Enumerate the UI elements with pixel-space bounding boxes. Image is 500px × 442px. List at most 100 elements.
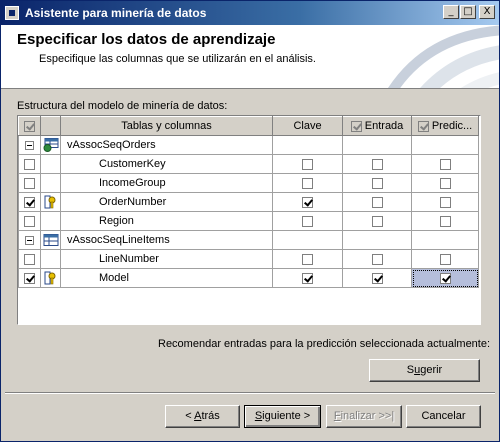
column-name: Region (60, 211, 273, 231)
collapse-toggle-icon[interactable] (25, 140, 34, 150)
row-icon-cell (40, 249, 61, 269)
input-checkbox[interactable] (371, 215, 383, 227)
select-cell[interactable] (18, 249, 41, 269)
select-checkbox[interactable] (24, 253, 35, 265)
minimize-button[interactable]: _ (443, 5, 459, 19)
select-cell[interactable] (18, 192, 41, 212)
select-all-checkbox[interactable] (24, 120, 35, 132)
select-cell[interactable] (18, 268, 41, 288)
window-title: Asistente para minería de datos (25, 6, 207, 20)
key-cell[interactable] (272, 249, 343, 269)
expander-cell[interactable] (18, 230, 41, 250)
next-button[interactable]: Siguiente > (244, 405, 321, 428)
maximize-button[interactable]: □ (460, 5, 476, 19)
grid-header-row: Tablas y columnas Clave Entrada Predic..… (18, 116, 479, 136)
finish-button[interactable]: Finalizar >>| (326, 405, 402, 428)
key-checkbox[interactable] (302, 158, 313, 170)
row-icon-cell (40, 230, 61, 250)
finish-label-b: inalizar >>| (340, 410, 395, 422)
predict-checkbox[interactable] (439, 196, 451, 208)
next-label-b: iguiente > (262, 410, 311, 422)
key-checkbox[interactable] (302, 253, 313, 265)
predict-checkbox[interactable] (439, 272, 451, 284)
collapse-toggle-icon[interactable] (25, 235, 34, 245)
input-cell[interactable] (342, 192, 412, 212)
wizard-window: Asistente para minería de datos _ □ X Es… (0, 0, 500, 442)
row-icon-cell (40, 135, 61, 155)
table-row: Model (18, 268, 479, 288)
predict-checkbox[interactable] (439, 158, 451, 170)
key-checkbox[interactable] (302, 177, 313, 189)
predict-checkbox[interactable] (439, 253, 451, 265)
back-label-c: trás (201, 410, 220, 422)
input-column-header[interactable]: Entrada (342, 116, 412, 136)
back-label-a: < (185, 410, 195, 422)
predict-empty-cell (411, 135, 479, 155)
column-name: IncomeGroup (60, 173, 273, 193)
predict-checkbox[interactable] (439, 177, 451, 189)
back-button[interactable]: < Atrás (165, 405, 240, 428)
predict-cell[interactable] (411, 154, 479, 174)
predict-all-checkbox[interactable] (417, 120, 429, 132)
predict-empty-cell (411, 230, 479, 250)
predict-cell[interactable] (411, 211, 479, 231)
input-cell[interactable] (342, 268, 412, 288)
row-icon-cell (40, 173, 61, 193)
recommend-label: Recomendar entradas para la predicción s… (158, 338, 491, 350)
key-empty-cell (272, 135, 343, 155)
select-all-header[interactable] (18, 116, 41, 136)
input-checkbox[interactable] (371, 272, 383, 284)
cancel-button[interactable]: Cancelar (406, 405, 481, 428)
finish-label-a: F (333, 410, 341, 422)
table-row: CustomerKey (18, 154, 479, 174)
tables-columns-header[interactable]: Tablas y columnas (60, 116, 273, 136)
select-cell[interactable] (18, 154, 41, 174)
input-checkbox[interactable] (371, 177, 383, 189)
table-name: vAssocSeqOrders (60, 135, 273, 155)
key-cell[interactable] (272, 211, 343, 231)
row-icon-cell (40, 192, 61, 212)
predict-checkbox[interactable] (439, 215, 451, 227)
select-checkbox[interactable] (24, 158, 35, 170)
select-checkbox[interactable] (24, 177, 35, 189)
input-cell[interactable] (342, 154, 412, 174)
input-checkbox[interactable] (371, 196, 383, 208)
predict-cell[interactable] (411, 192, 479, 212)
input-header-label: Entrada (364, 120, 404, 132)
key-checkbox[interactable] (302, 196, 313, 208)
input-all-checkbox[interactable] (350, 120, 362, 132)
input-cell[interactable] (342, 249, 412, 269)
columns-grid[interactable]: Tablas y columnas Clave Entrada Predic..… (17, 115, 481, 325)
key-checkbox[interactable] (302, 272, 313, 284)
predict-cell[interactable] (411, 173, 479, 193)
select-cell[interactable] (18, 211, 41, 231)
column-name: LineNumber (60, 249, 273, 269)
suggest-button[interactable]: Sugerir (369, 359, 480, 382)
select-checkbox[interactable] (24, 196, 35, 208)
button-separator (5, 392, 495, 394)
select-checkbox[interactable] (24, 272, 35, 284)
key-cell[interactable] (272, 173, 343, 193)
title-bar[interactable]: Asistente para minería de datos _ □ X (1, 1, 499, 25)
expander-cell[interactable] (18, 135, 41, 155)
select-checkbox[interactable] (24, 215, 35, 227)
close-button[interactable]: X (479, 5, 495, 19)
input-checkbox[interactable] (371, 253, 383, 265)
key-checkbox[interactable] (302, 215, 313, 227)
select-cell[interactable] (18, 173, 41, 193)
page-title: Especificar los datos de aprendizaje (17, 31, 276, 48)
key-cell[interactable] (272, 268, 343, 288)
column-name: OrderNumber (60, 192, 273, 212)
key-cell[interactable] (272, 192, 343, 212)
input-checkbox[interactable] (371, 158, 383, 170)
key-cell[interactable] (272, 154, 343, 174)
input-cell[interactable] (342, 211, 412, 231)
predict-cell[interactable] (411, 268, 479, 288)
key-column-header[interactable]: Clave (272, 116, 343, 136)
predict-cell[interactable] (411, 249, 479, 269)
table-row: IncomeGroup (18, 173, 479, 193)
input-cell[interactable] (342, 173, 412, 193)
suggest-label-c: gerir (420, 364, 443, 376)
predict-column-header[interactable]: Predic... (411, 116, 479, 136)
input-empty-cell (342, 230, 412, 250)
